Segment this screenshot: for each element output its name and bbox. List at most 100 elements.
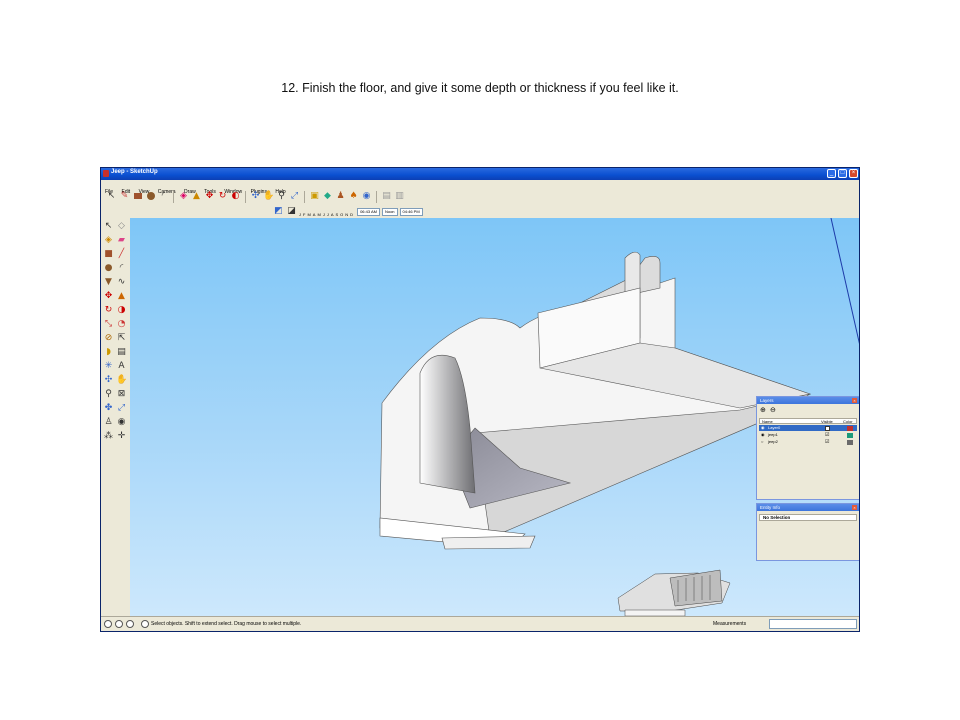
time-end-field[interactable]: 04:46 PM [399, 207, 423, 216]
pan-icon[interactable]: ✋ [263, 191, 274, 202]
left-toolbar: ↖ ◇ ◈ ▰ ■ ╱ ● ◜ ▼ ∿ ✥ ▲ ↻ ◑ ⤡ ◔ ⊘ ⇱ ◗ ▤ … [103, 221, 129, 611]
rotate-icon[interactable]: ↻ [103, 305, 114, 316]
make-component-icon[interactable]: ◇ [116, 221, 127, 232]
section-plane-icon[interactable]: ✛ [116, 431, 127, 442]
look-around-icon[interactable]: ◉ [116, 417, 127, 428]
month-label: S [335, 211, 339, 217]
orbit-icon[interactable]: ✣ [250, 191, 261, 202]
get-models-icon[interactable]: ♟ [335, 191, 346, 202]
text-icon[interactable]: ▤ [116, 347, 127, 358]
window-title: Jeep - SketchUp [111, 169, 158, 175]
minimize-button[interactable]: _ [827, 169, 836, 178]
share-model-icon[interactable]: ♠ [348, 191, 359, 202]
orbit-icon[interactable]: ✣ [103, 375, 114, 386]
tape-measure-icon[interactable]: ⊘ [103, 333, 114, 344]
layer-color-swatch[interactable] [847, 432, 853, 438]
visible-checkbox[interactable] [825, 425, 830, 431]
layers-close-icon[interactable]: × [852, 398, 857, 403]
display-shadows-icon[interactable]: ◪ [286, 206, 297, 217]
main-toolbar: ↖ ✎ ◜ ◈ ▲ ✥ ↻ ◐ ✣ ✋ ⚲ ⤢ ▣ ◆ ♟ ♠ ◉ ▤ ▥ [103, 189, 478, 204]
photo-texture-icon[interactable]: ▥ [394, 191, 405, 202]
sketchup-window: Jeep - SketchUp _ □ × File Edit View Cam… [100, 167, 860, 632]
month-label: N [345, 211, 349, 217]
follow-me-icon[interactable]: ◑ [116, 305, 127, 316]
month-label: M [317, 211, 321, 217]
scale-icon[interactable]: ⤡ [103, 319, 114, 330]
google-earth-icon[interactable]: ◉ [361, 191, 372, 202]
rectangle-icon[interactable]: ■ [103, 249, 114, 260]
circle-icon[interactable] [145, 191, 156, 202]
rotate-icon[interactable]: ↻ [217, 191, 228, 202]
entity-info-header: Entity Info × [757, 504, 859, 511]
credits-icon[interactable] [115, 620, 123, 628]
delete-layer-icon[interactable]: ⊖ [770, 407, 776, 414]
3d-text-icon[interactable]: A [116, 361, 127, 372]
maximize-button[interactable]: □ [838, 169, 847, 178]
components-icon[interactable]: ▣ [309, 191, 320, 202]
paint-icon[interactable]: ◈ [178, 191, 189, 202]
jeep-floor-model [379, 251, 812, 550]
eraser-icon[interactable]: ▰ [116, 235, 127, 246]
offset-icon[interactable]: ◔ [116, 319, 127, 330]
selection-label: No Selection [759, 514, 857, 521]
time-noon-field[interactable]: Noon [381, 207, 398, 216]
layer-color-swatch[interactable] [847, 425, 853, 431]
month-label: J [326, 211, 329, 217]
position-camera-icon[interactable]: ♙ [103, 417, 114, 428]
layer-row[interactable]: ○ jeep2 ☑ [759, 439, 857, 445]
georeference-icon[interactable] [104, 620, 112, 628]
walk-icon[interactable]: ⁂ [103, 431, 114, 442]
active-layer-radio[interactable]: ◉ [761, 432, 765, 438]
modeling-viewport[interactable]: Layers × ⊕ ⊖ Name Visible Color ◉ Layer0… [130, 218, 859, 616]
follow-me-icon[interactable]: ◐ [230, 191, 241, 202]
select-icon[interactable]: ↖ [106, 191, 117, 202]
paint-bucket-icon[interactable]: ◈ [103, 235, 114, 246]
polygon-icon[interactable]: ▼ [103, 277, 114, 288]
layers-panel-header: Layers × [757, 397, 859, 404]
time-start-field[interactable]: 06:43 AM [357, 207, 380, 216]
measurements-field[interactable] [769, 619, 857, 629]
help-icon[interactable] [141, 620, 149, 628]
entity-info-panel: Entity Info × No Selection [756, 503, 859, 561]
previous-view-icon[interactable]: ✤ [103, 403, 114, 414]
move-icon[interactable]: ✥ [103, 291, 114, 302]
active-layer-radio[interactable]: ○ [761, 439, 763, 445]
protractor-icon[interactable]: ◗ [103, 347, 114, 358]
shadow-settings-icon[interactable]: ◩ [273, 206, 284, 217]
zoom-window-icon[interactable]: ⊠ [116, 389, 127, 400]
visible-checkbox[interactable]: ☑ [825, 432, 829, 438]
freehand-icon[interactable]: ∿ [116, 277, 127, 288]
move-icon[interactable]: ✥ [204, 191, 215, 202]
close-button[interactable]: × [849, 169, 858, 178]
place-model-icon[interactable]: ▤ [381, 191, 392, 202]
shadow-toolbar: ◩ ◪ JFMAMJJASOND 06:43 AM Noon 04:46 PM [273, 205, 478, 218]
push-pull-icon[interactable]: ▲ [116, 291, 127, 302]
arc-icon[interactable]: ◜ [116, 263, 127, 274]
push-pull-icon[interactable]: ▲ [191, 191, 202, 202]
zoom-extents-icon[interactable]: ⤢ [116, 403, 127, 414]
dimension-icon[interactable]: ⇱ [116, 333, 127, 344]
circle-icon[interactable]: ● [103, 263, 114, 274]
zoom-icon[interactable]: ⚲ [276, 191, 287, 202]
select-icon[interactable]: ↖ [103, 221, 114, 232]
layer-name: jeep2 [768, 439, 778, 444]
layer-row[interactable]: ◉ Layer0 [759, 425, 857, 431]
eraser-icon[interactable]: ✎ [119, 191, 130, 202]
layer-row[interactable]: ◉ jeep1 ☑ [759, 432, 857, 438]
add-layer-icon[interactable]: ⊕ [760, 407, 766, 414]
materials-icon[interactable]: ◆ [322, 191, 333, 202]
zoom-icon[interactable]: ⚲ [103, 389, 114, 400]
user-icon[interactable] [126, 620, 134, 628]
rectangle-icon[interactable] [132, 191, 143, 202]
active-layer-radio[interactable]: ◉ [761, 425, 765, 431]
visible-checkbox[interactable]: ☑ [825, 439, 829, 445]
entity-info-close-icon[interactable]: × [852, 505, 857, 510]
line-icon[interactable]: ╱ [116, 249, 127, 260]
month-label: D [350, 211, 354, 217]
zoom-extents-icon[interactable]: ⤢ [289, 191, 300, 202]
pan-icon[interactable]: ✋ [116, 375, 127, 386]
month-label: F [303, 211, 306, 217]
arc-icon[interactable]: ◜ [158, 191, 169, 202]
layer-color-swatch[interactable] [847, 439, 853, 445]
axes-icon[interactable]: ✳ [103, 361, 114, 372]
